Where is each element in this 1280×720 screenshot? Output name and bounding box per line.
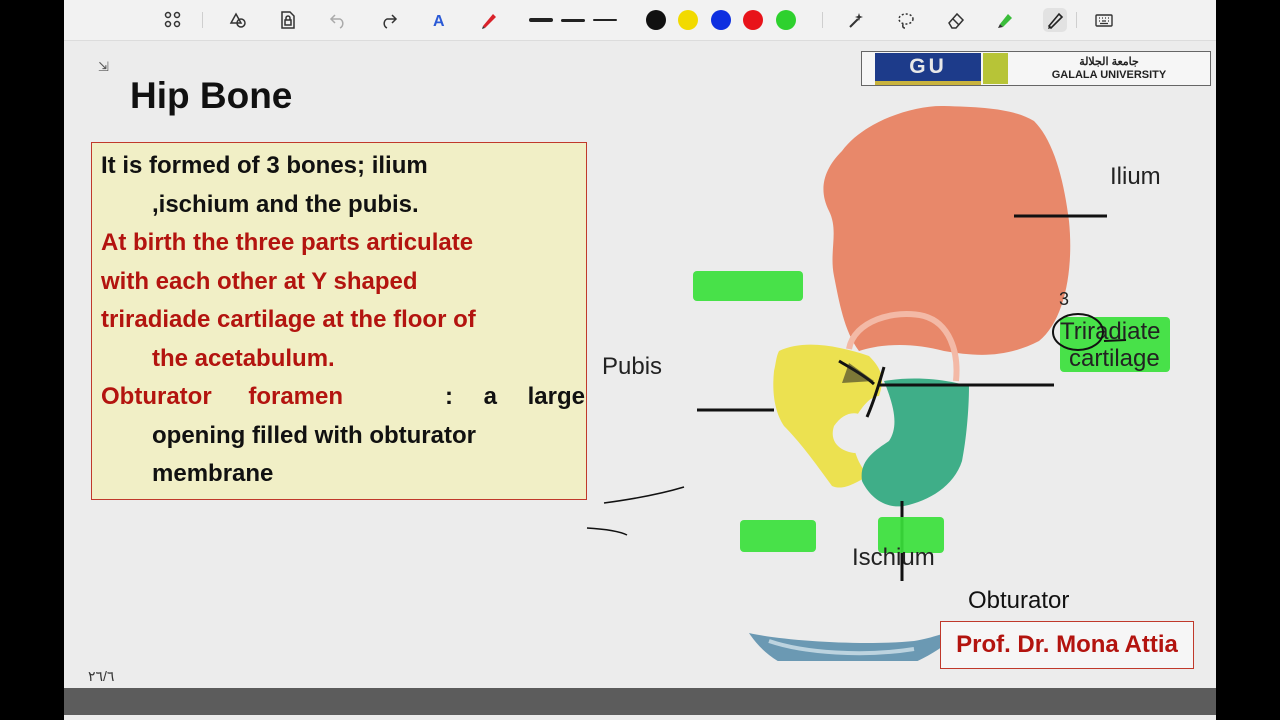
text-a-icon[interactable]: A bbox=[428, 8, 452, 32]
redo-icon[interactable] bbox=[377, 8, 401, 32]
page-number: ٢٦/٦ bbox=[88, 668, 115, 684]
progress-bar bbox=[64, 688, 1216, 715]
pen-icon[interactable] bbox=[477, 8, 501, 32]
app-window: A ⇲ Hip Bone GU جامعة الجلالة GALALA UNI… bbox=[64, 0, 1216, 720]
highlighter-icon[interactable] bbox=[993, 8, 1017, 32]
lock-doc-icon[interactable] bbox=[276, 8, 300, 32]
medium-line-tool[interactable] bbox=[561, 19, 585, 22]
annotation-toolbar: A bbox=[64, 0, 1216, 41]
ink-annotations bbox=[586, 313, 1127, 536]
pencil-icon[interactable] bbox=[1043, 8, 1067, 32]
grid-icon[interactable] bbox=[161, 8, 185, 32]
keyboard-icon[interactable] bbox=[1092, 8, 1116, 32]
red-swatch[interactable] bbox=[743, 10, 763, 30]
blue-swatch[interactable] bbox=[711, 10, 731, 30]
author-credit: Prof. Dr. Mona Attia bbox=[940, 621, 1194, 669]
eraser-icon[interactable] bbox=[944, 8, 968, 32]
yellow-swatch[interactable] bbox=[678, 10, 698, 30]
green-swatch[interactable] bbox=[776, 10, 796, 30]
thin-line-tool[interactable] bbox=[593, 19, 617, 21]
svg-text:A: A bbox=[433, 13, 445, 30]
thick-line-tool[interactable] bbox=[529, 18, 553, 22]
slide: ⇲ Hip Bone GU جامعة الجلالة GALALA UNIVE… bbox=[64, 41, 1216, 688]
shapes-icon[interactable] bbox=[226, 8, 250, 32]
magic-icon[interactable] bbox=[844, 8, 868, 32]
lasso-icon[interactable] bbox=[894, 8, 918, 32]
undo-icon[interactable] bbox=[326, 8, 350, 32]
black-swatch[interactable] bbox=[646, 10, 666, 30]
